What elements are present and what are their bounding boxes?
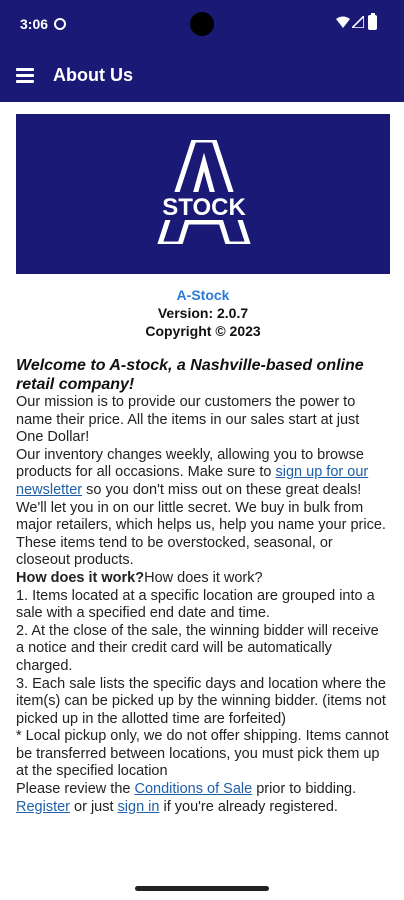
inventory-post: so you don't miss out on these great dea… [82, 481, 362, 498]
step-1: 1. Items located at a specific location … [16, 587, 375, 622]
conditions-link[interactable]: Conditions of Sale [134, 781, 252, 797]
a-stock-logo: STOCK [156, 140, 252, 244]
about-body: Welcome to A-stock, a Nashville-based on… [16, 356, 390, 816]
step-3: 3. Each sale lists the specific days and… [16, 675, 386, 727]
signal-icon [352, 16, 364, 28]
review-conditions: Please review the Conditions of Sale pri… [16, 781, 390, 799]
register-signin: Register or just sign in if you're alrea… [16, 799, 390, 817]
local-pickup-note: * Local pickup only, we do not offer shi… [16, 728, 389, 780]
welcome-heading: Welcome to A-stock, a Nashville-based on… [16, 357, 364, 393]
app-copyright: Copyright © 2023 [145, 323, 261, 339]
review-post: prior to bidding. [252, 781, 357, 798]
status-bar: 3:06 [0, 0, 404, 50]
page-title: About Us [53, 65, 133, 85]
registered-post: if you're already registered. [159, 798, 338, 815]
logo-banner: STOCK [16, 114, 390, 274]
step-2: 2. At the close of the sale, the winning… [16, 622, 379, 674]
secret-text: We'll let you in on our little secret. W… [16, 499, 386, 569]
status-time: 3:06 [20, 16, 49, 32]
app-bar: About Us [0, 50, 404, 102]
menu-icon[interactable] [16, 68, 34, 83]
mission-text: Our mission is to provide our customers … [16, 394, 360, 446]
inventory-text: Our inventory changes weekly, allowing y… [16, 447, 390, 500]
how-repeat: How does it work? [144, 569, 263, 586]
wifi-icon [336, 16, 350, 28]
how-it-works: How does it work?How does it work? [16, 570, 390, 588]
home-gesture-handle[interactable] [135, 886, 269, 891]
or-just: or just [70, 798, 118, 815]
app-name: A-Stock [176, 287, 230, 303]
app-info: A-Stock Version: 2.0.7 Copyright © 2023 [16, 286, 390, 340]
register-link[interactable]: Register [16, 799, 70, 815]
notification-icon [54, 18, 66, 30]
how-heading: How does it work? [16, 569, 145, 586]
logo-text: STOCK [162, 194, 246, 221]
camera-cutout-icon [190, 12, 214, 36]
signin-link[interactable]: sign in [118, 799, 160, 815]
battery-icon [368, 13, 377, 30]
review-pre: Please review the [16, 781, 135, 798]
app-version: Version: 2.0.7 [157, 305, 249, 321]
about-content: STOCK A-Stock Version: 2.0.7 Copyright ©… [16, 114, 390, 816]
